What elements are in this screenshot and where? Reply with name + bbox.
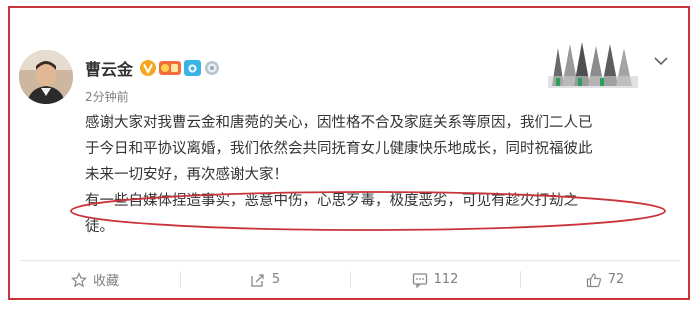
avatar[interactable] <box>19 50 73 104</box>
post-body: 感谢大家对我曹云金和唐菀的关心，因性格不合及家庭关系等原因，我们二人已 于今日和… <box>85 110 657 240</box>
comment-count: 112 <box>433 272 459 287</box>
post-timestamp[interactable]: 2分钟前 <box>85 88 129 105</box>
post-text-line: 于今日和平协议离婚，我们依然会共同抚育女儿健康快乐地成长，同时祝福彼此 <box>85 141 593 157</box>
camera-badge-icon[interactable] <box>184 60 202 76</box>
post-text-line: 感谢大家对我曹云金和唐菀的关心，因性格不合及家庭关系等原因，我们二人已 <box>85 115 593 131</box>
avatar-photo <box>19 50 73 104</box>
favorite-label: 收藏 <box>92 274 119 289</box>
comment-icon <box>412 272 428 288</box>
chevron-down-icon[interactable] <box>650 50 672 72</box>
author-name[interactable]: 曹云金 <box>85 56 133 80</box>
comment-button[interactable]: 112 <box>350 261 520 298</box>
favorite-button[interactable]: 收藏 <box>10 261 180 298</box>
vip-icon[interactable] <box>159 60 182 76</box>
star-icon <box>70 271 87 288</box>
verified-v-icon[interactable] <box>140 60 157 76</box>
repost-icon <box>250 272 266 288</box>
post-text-line: 徒。 <box>85 219 114 235</box>
medal-icon[interactable] <box>204 60 220 76</box>
weibo-post-card: 曹云金 2分钟前 感谢大家对我曹云金和唐菀的关心，因性格不合及家庭关系等原因，我… <box>8 6 690 300</box>
repost-button[interactable]: 5 <box>180 261 350 298</box>
author-row: 曹云金 <box>85 56 220 80</box>
card-decoration-image <box>548 38 638 88</box>
thumbs-up-icon <box>586 272 602 288</box>
like-count: 72 <box>607 272 625 287</box>
post-text-line: 有一些自媒体捏造事实，恶意中伤，心思歹毒，极度恶劣，可见有趁火打劫之 <box>85 193 578 209</box>
action-bar: 收藏 5 112 72 <box>10 261 690 298</box>
like-button[interactable]: 72 <box>520 261 690 298</box>
post-text-line: 未来一切安好，再次感谢大家！ <box>85 167 288 183</box>
repost-count: 5 <box>271 272 281 287</box>
